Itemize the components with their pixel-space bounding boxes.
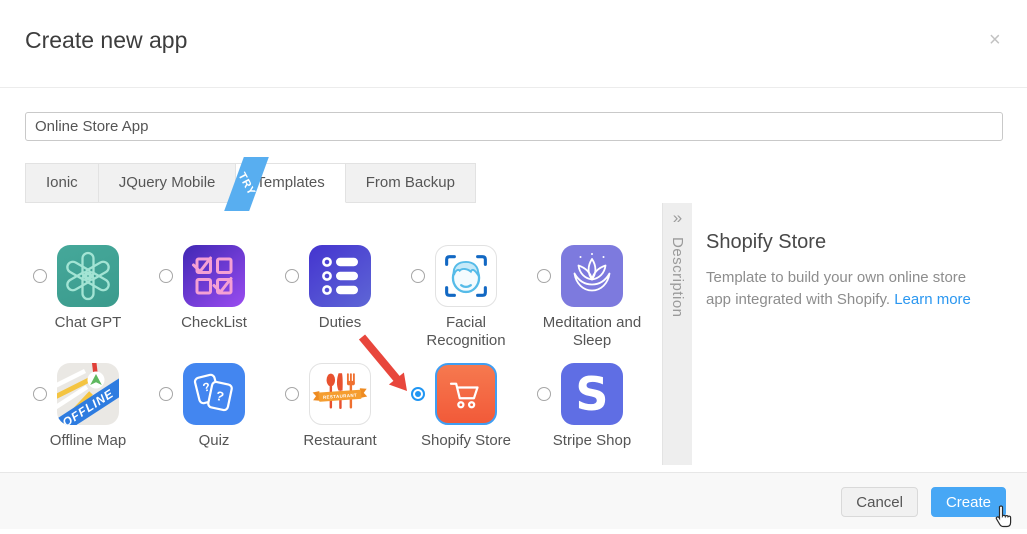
template-label: Offline Map: [49, 432, 127, 449]
expand-chevrons-icon[interactable]: »: [673, 208, 682, 228]
chat-gpt-icon[interactable]: [57, 245, 119, 307]
offline-map-icon[interactable]: OFFLINE: [57, 363, 119, 425]
checklist-icon[interactable]: [183, 245, 245, 307]
create-button[interactable]: Create: [930, 487, 1006, 517]
tab-bar: Ionic JQuery Mobile TRY Templates From B…: [25, 157, 476, 211]
template-label: Restaurant: [303, 432, 377, 449]
template-grid: Chat GPT CheckList Duties Facial Recogni…: [25, 245, 657, 481]
description-tab-label: Description: [669, 237, 686, 318]
radio-stripe-shop[interactable]: [537, 387, 551, 401]
duties-icon[interactable]: [309, 245, 371, 307]
template-description-heading: Shopify Store: [706, 231, 827, 253]
cancel-button[interactable]: Cancel: [841, 487, 918, 517]
template-label: CheckList: [181, 314, 247, 331]
template-label: Duties: [318, 314, 362, 331]
stripe-shop-icon[interactable]: S: [561, 363, 623, 425]
tab-templates[interactable]: TRY Templates: [224, 157, 346, 211]
template-cell-quiz: ? ? Quiz: [151, 363, 277, 481]
template-cell-checklist: CheckList: [151, 245, 277, 363]
radio-offline-map[interactable]: [33, 387, 47, 401]
template-cell-duties: Duties: [277, 245, 403, 363]
app-name-input[interactable]: [25, 112, 1003, 141]
radio-restaurant[interactable]: [285, 387, 299, 401]
quiz-icon[interactable]: ? ?: [183, 363, 245, 425]
tab-ionic[interactable]: Ionic: [25, 163, 99, 203]
header-divider: [0, 87, 1027, 88]
radio-meditation-and-sleep[interactable]: [537, 269, 551, 283]
shopify-store-icon[interactable]: [435, 363, 497, 425]
template-cell-chat-gpt: Chat GPT: [25, 245, 151, 363]
template-cell-stripe-shop: S Stripe Shop: [529, 363, 655, 481]
description-panel: Shopify Store Template to build your own…: [706, 203, 1006, 311]
tab-from-backup[interactable]: From Backup: [344, 163, 476, 203]
radio-checklist[interactable]: [159, 269, 173, 283]
radio-quiz[interactable]: [159, 387, 173, 401]
template-description-body: Template to build your own online store …: [706, 267, 988, 311]
template-cell-facial-recognition: Facial Recognition: [403, 245, 529, 363]
dialog-footer: Cancel Create: [0, 472, 1027, 529]
description-collapse-strip[interactable]: » Description: [662, 203, 692, 465]
template-label: Facial Recognition: [426, 314, 506, 349]
template-cell-shopify-store: Shopify Store: [403, 363, 529, 481]
tab-jquery-mobile[interactable]: JQuery Mobile: [97, 163, 237, 203]
template-label: Chat GPT: [54, 314, 122, 331]
template-label: Shopify Store: [420, 432, 512, 449]
restaurant-icon[interactable]: RESTAURANT: [309, 363, 371, 425]
learn-more-link[interactable]: Learn more: [894, 291, 971, 308]
page-title: Create new app: [25, 27, 188, 53]
radio-shopify-store[interactable]: [411, 387, 425, 401]
radio-chat-gpt[interactable]: [33, 269, 47, 283]
template-label: Stripe Shop: [552, 432, 632, 449]
stripe-letter: S: [575, 367, 609, 421]
template-cell-meditation-and-sleep: Meditation and Sleep: [529, 245, 655, 363]
meditation-and-sleep-icon[interactable]: [561, 245, 623, 307]
template-cell-offline-map: OFFLINE Offline Map: [25, 363, 151, 481]
radio-facial-recognition[interactable]: [411, 269, 425, 283]
template-cell-restaurant: RESTAURANT Restaurant: [277, 363, 403, 481]
template-label: Quiz: [198, 432, 230, 449]
template-label: Meditation and Sleep: [542, 314, 642, 349]
facial-recognition-icon[interactable]: [435, 245, 497, 307]
close-icon[interactable]: ×: [989, 30, 1001, 50]
radio-duties[interactable]: [285, 269, 299, 283]
